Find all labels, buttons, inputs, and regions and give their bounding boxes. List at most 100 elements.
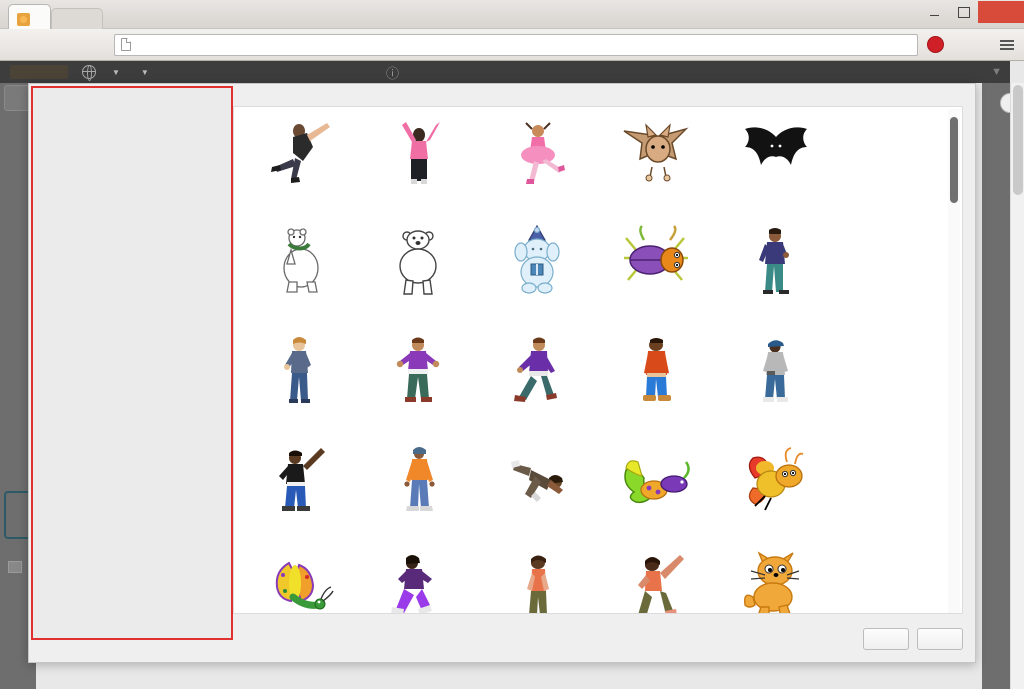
sprite-cell[interactable]	[359, 331, 478, 440]
boy2-icon	[263, 331, 337, 411]
sprite-cell[interactable]	[478, 331, 597, 440]
sprite-cell[interactable]	[716, 222, 835, 331]
sprite-grid-panel	[233, 106, 963, 614]
window-controls	[920, 0, 1024, 27]
ballerina-icon	[501, 113, 575, 193]
scratch-logo[interactable]	[10, 65, 68, 79]
sprite-library-modal	[28, 83, 976, 663]
grid-scroll-thumb[interactable]	[950, 117, 958, 203]
grid-scrollbar[interactable]	[948, 109, 960, 613]
login-menu[interactable]: ▼	[991, 66, 1002, 78]
modal-close-icon[interactable]	[949, 91, 965, 107]
bookmark-star-icon[interactable]	[948, 34, 970, 56]
boy1-icon	[739, 222, 813, 302]
creature1-icon	[501, 222, 575, 302]
hamburger-lines	[1000, 39, 1014, 50]
block-help-icon[interactable]: ⓘ	[386, 63, 399, 82]
sprite-cell[interactable]	[240, 331, 359, 440]
sprite-cell[interactable]	[478, 440, 597, 549]
browser-toolbar	[0, 29, 1024, 61]
language-globe-icon[interactable]	[81, 64, 96, 81]
butterfly3-icon	[263, 549, 337, 613]
scratch-menubar: ▼ ▼ ⓘ ▼	[0, 61, 1010, 83]
boy5-icon	[739, 331, 813, 411]
bear1-icon	[263, 222, 337, 302]
anna-icon	[382, 113, 456, 193]
breakdancer1-icon	[382, 440, 456, 520]
sprite-cell[interactable]	[597, 113, 716, 222]
sprite-cell[interactable]	[359, 222, 478, 331]
cancel-button[interactable]	[917, 628, 963, 650]
sprite-cell[interactable]	[716, 549, 835, 613]
butterfly1-icon	[620, 440, 694, 520]
page-scrollbar[interactable]	[1010, 83, 1024, 689]
boy6-icon	[263, 440, 337, 520]
right-rail	[982, 83, 1010, 689]
bat2-icon	[739, 113, 813, 193]
close-window-button[interactable]	[978, 1, 1024, 23]
home-icon[interactable]	[84, 32, 110, 58]
chevron-down-icon: ▼	[991, 66, 1002, 78]
ok-button[interactable]	[863, 628, 909, 650]
toolbar-right-group	[924, 34, 1018, 56]
sprite-cell[interactable]	[240, 222, 359, 331]
browser-window: ▼ ▼ ⓘ ▼	[0, 0, 1024, 689]
new-tab-button[interactable]	[51, 8, 103, 29]
sprite-cell[interactable]	[240, 113, 359, 222]
bear2-icon	[382, 222, 456, 302]
beetle-icon	[620, 222, 694, 302]
back-icon[interactable]	[6, 32, 32, 58]
overflow-chevron-icon[interactable]	[972, 34, 994, 56]
hamburger-menu-icon[interactable]	[996, 34, 1018, 56]
library-sidebar	[31, 86, 233, 640]
browser-titlebar	[0, 0, 1024, 29]
pro-extension-icon[interactable]	[924, 34, 946, 56]
cassydance-icon	[620, 549, 694, 613]
butterfly2-icon	[739, 440, 813, 520]
sprite-cell[interactable]	[597, 222, 716, 331]
sprite-cell[interactable]	[478, 113, 597, 222]
page-scroll-thumb[interactable]	[1013, 85, 1023, 195]
sprite-cell[interactable]	[597, 549, 716, 613]
boy3walking-icon	[501, 331, 575, 411]
sprite-grid	[234, 107, 950, 613]
sprite-cell[interactable]	[359, 440, 478, 549]
sprite-cell[interactable]	[716, 440, 835, 549]
browser-tab[interactable]	[8, 4, 51, 29]
tab-strip	[8, 4, 103, 29]
cat-icon	[739, 549, 813, 613]
sprite-cell[interactable]	[359, 113, 478, 222]
sprite-cell[interactable]	[597, 440, 716, 549]
new-sprite-image-icon[interactable]	[8, 561, 22, 573]
bat1-icon	[620, 113, 694, 193]
page-info-icon	[121, 38, 131, 51]
boy4-icon	[620, 331, 694, 411]
minimize-button[interactable]	[920, 1, 949, 23]
sprite-cell[interactable]	[478, 549, 597, 613]
sprite-cell[interactable]	[716, 331, 835, 440]
page-viewport: ▼ ▼ ⓘ ▼	[0, 61, 1024, 689]
chevron-down-icon: ▼	[112, 67, 120, 77]
sprite-cell[interactable]	[240, 440, 359, 549]
menu-arquivo[interactable]: ▼	[100, 61, 129, 84]
sprite-cell[interactable]	[359, 549, 478, 613]
sprite-cell[interactable]	[478, 222, 597, 331]
maximize-button[interactable]	[949, 1, 978, 23]
breakdancer2-icon	[501, 440, 575, 520]
reload-icon[interactable]	[58, 32, 84, 58]
sprite-cell[interactable]	[597, 331, 716, 440]
scratch-favicon-icon	[17, 12, 30, 26]
forward-icon[interactable]	[32, 32, 58, 58]
sprite-cell[interactable]	[240, 549, 359, 613]
menu-editar[interactable]: ▼	[129, 61, 158, 84]
menubar-tools: ⓘ	[330, 63, 399, 82]
address-bar[interactable]	[114, 33, 918, 56]
sprite-cell[interactable]	[716, 113, 835, 222]
amon-icon	[263, 113, 337, 193]
menubar-right: ▼	[975, 66, 1002, 78]
calvrett-icon	[382, 549, 456, 613]
modal-footer	[233, 624, 963, 654]
chevron-down-icon: ▼	[140, 67, 149, 77]
cassy-icon	[501, 549, 575, 613]
boy3-icon	[382, 331, 456, 411]
